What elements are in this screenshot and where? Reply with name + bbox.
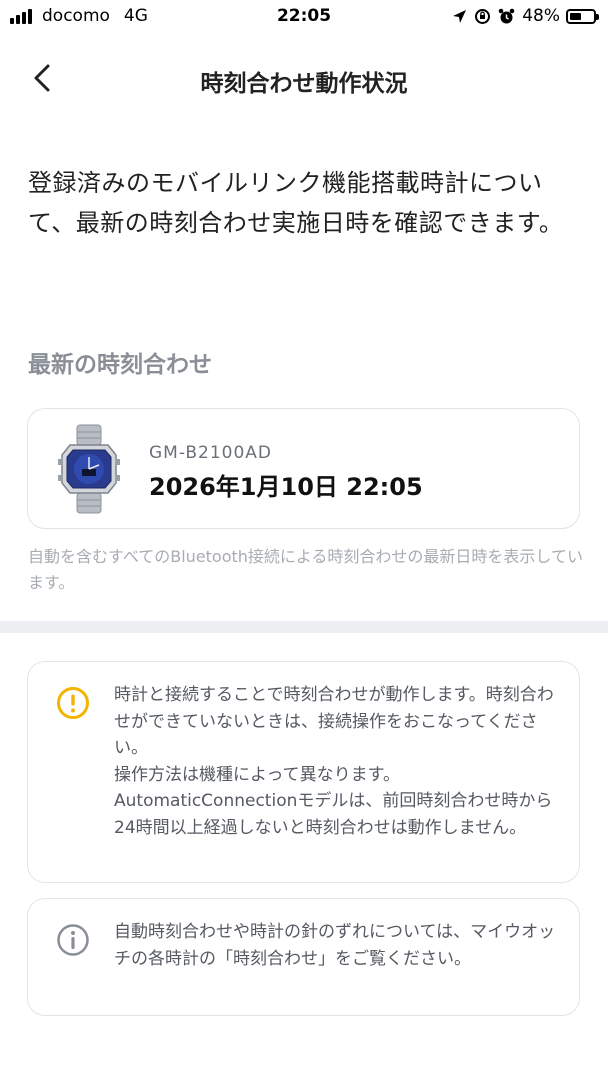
navigation-bar: 時刻合わせ動作状況	[0, 50, 608, 106]
location-arrow-icon	[453, 9, 467, 23]
battery-level	[570, 12, 581, 20]
status-bar: docomo 4G 22:05 48%	[0, 0, 608, 34]
section-title-latest: 最新の時刻合わせ	[28, 352, 212, 378]
section-divider	[0, 621, 608, 633]
warning-card: 時計と接続することで時刻合わせが動作します。時刻合わせができていないときは、接続…	[27, 661, 580, 883]
info-text: 自動時刻合わせや時計の針のずれについては、マイウオッチの各時計の「時刻合わせ」を…	[114, 922, 556, 969]
rotation-lock-icon	[475, 8, 491, 24]
info-card: 自動時刻合わせや時計の針のずれについては、マイウオッチの各時計の「時刻合わせ」を…	[27, 898, 580, 1016]
battery-icon	[566, 8, 599, 24]
alarm-clock-icon	[498, 8, 515, 23]
warning-paragraph-2: 操作方法は機種によって異なります。AutomaticConnectionモデルは…	[114, 764, 553, 838]
watch-image	[58, 424, 120, 514]
warning-circle-icon	[57, 687, 89, 719]
last-sync-datetime: 2026年1月10日 22:05	[149, 473, 423, 501]
watch-card: GM-B2100AD 2026年1月10日 22:05	[27, 408, 580, 529]
watch-model: GM-B2100AD	[149, 443, 273, 463]
warning-paragraph-1: 時計と接続することで時刻合わせが動作します。時刻合わせができていないときは、接続…	[114, 685, 554, 758]
warning-text: 時計と接続することで時刻合わせが動作します。時刻合わせができていないときは、接続…	[114, 682, 564, 841]
sync-note: 自動を含むすべてのBluetooth接続による時刻合わせの最新日時を表示していま…	[28, 547, 583, 592]
intro-text: 登録済みのモバイルリンク機能搭載時計について、最新の時刻合わせ実施日時を確認でき…	[28, 169, 564, 237]
battery-percent: 48%	[522, 6, 560, 26]
page-title: 時刻合わせ動作状況	[200, 71, 408, 97]
status-bar-right: 48%	[452, 6, 599, 26]
info-circle-icon	[57, 924, 89, 956]
